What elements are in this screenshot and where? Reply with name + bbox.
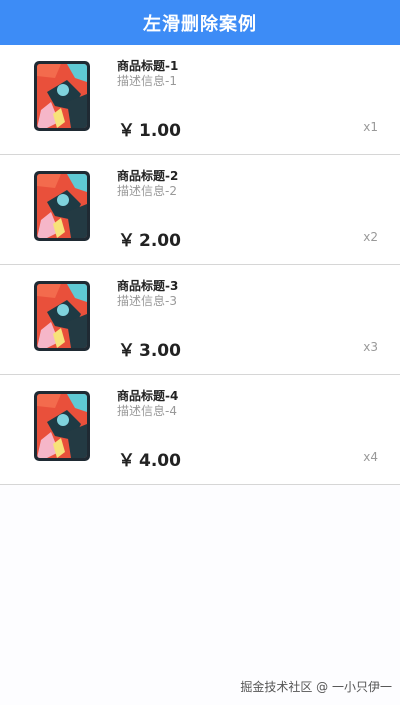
list-item[interactable]: 商品标题-2 描述信息-2 ￥ 2.00 x2 — [0, 155, 400, 265]
product-description: 描述信息-2 — [117, 184, 177, 198]
header-bar: 左滑删除案例 — [0, 0, 400, 45]
product-price: ￥ 3.00 — [118, 336, 181, 361]
product-quantity: x4 — [363, 450, 378, 464]
product-quantity: x2 — [363, 230, 378, 244]
price-value: 1.00 — [139, 121, 181, 141]
product-thumbnail — [34, 61, 90, 131]
product-list: 商品标题-1 描述信息-1 ￥ 1.00 x1 商品标题-2 描述信息-2 ￥ … — [0, 45, 400, 485]
list-item[interactable]: 商品标题-4 描述信息-4 ￥ 4.00 x4 — [0, 375, 400, 485]
product-price: ￥ 1.00 — [118, 116, 181, 141]
product-quantity: x3 — [363, 340, 378, 354]
page: 左滑删除案例 商品标题-1 描述信息-1 ￥ 1.00 x1 商品标题-2 描述… — [0, 0, 400, 705]
price-value: 4.00 — [139, 451, 181, 471]
product-thumbnail — [34, 281, 90, 351]
product-quantity: x1 — [363, 120, 378, 134]
currency-symbol: ￥ — [118, 231, 135, 251]
product-description: 描述信息-1 — [117, 74, 177, 88]
currency-symbol: ￥ — [118, 451, 135, 471]
product-description: 描述信息-4 — [117, 404, 177, 418]
product-price: ￥ 4.00 — [118, 446, 181, 471]
footer-watermark: 掘金技术社区 @ 一小只伊一 — [240, 680, 392, 694]
product-thumbnail — [34, 171, 90, 241]
price-value: 3.00 — [139, 341, 181, 361]
page-title: 左滑删除案例 — [143, 13, 257, 35]
list-item[interactable]: 商品标题-3 描述信息-3 ￥ 3.00 x3 — [0, 265, 400, 375]
currency-symbol: ￥ — [118, 341, 135, 361]
product-price: ￥ 2.00 — [118, 226, 181, 251]
currency-symbol: ￥ — [118, 121, 135, 141]
list-item[interactable]: 商品标题-1 描述信息-1 ￥ 1.00 x1 — [0, 45, 400, 155]
price-value: 2.00 — [139, 231, 181, 251]
product-thumbnail — [34, 391, 90, 461]
product-description: 描述信息-3 — [117, 294, 177, 308]
